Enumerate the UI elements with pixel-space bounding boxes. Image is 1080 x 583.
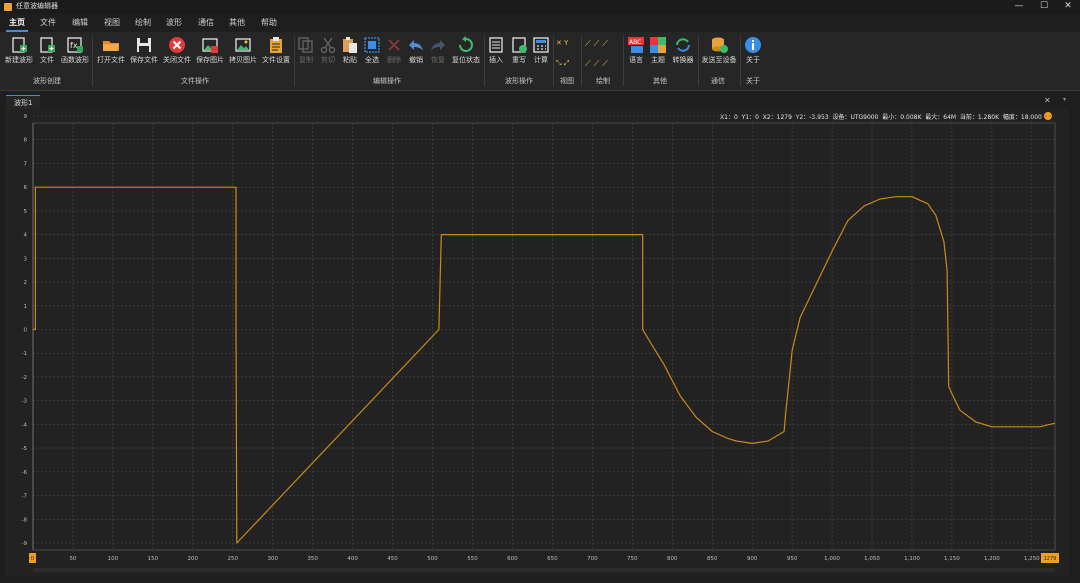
- y-tick-label: 6: [24, 185, 28, 191]
- x-tick-label: 400: [347, 556, 358, 562]
- y-tick-label: 5: [24, 209, 28, 215]
- x-tick-label: 600: [507, 556, 518, 562]
- x-tick-label: 1,250: [1024, 556, 1040, 562]
- y-tick-label: 9: [24, 114, 28, 120]
- x-tick-label: 800: [667, 556, 678, 562]
- y-tick-label: 0: [24, 328, 28, 334]
- x-tick-label: 1,100: [904, 556, 920, 562]
- y-tick-label: 2: [24, 280, 28, 286]
- waveform-chart[interactable]: 50 100 150 200 250 300 350 400 450 500 550 600 650 70…: [0, 0, 1080, 583]
- x-tick-label: 1,150: [944, 556, 960, 562]
- x-tick-label: 500: [427, 556, 438, 562]
- y-tick-label: -1: [22, 351, 27, 357]
- x-tick-label: 1,200: [984, 556, 1000, 562]
- y-tick-label: -6: [22, 470, 28, 476]
- y-tick-label: -8: [22, 517, 28, 523]
- x-tick-label: 350: [307, 556, 318, 562]
- y-tick-label: -9: [22, 541, 28, 547]
- y-tick-label: -5: [22, 446, 28, 452]
- x-tick-label: 300: [267, 556, 278, 562]
- waveform-line: [33, 186, 1056, 544]
- x-tick-label: 450: [387, 556, 398, 562]
- x-tick-label: 700: [587, 556, 598, 562]
- y-tick-label: -3: [22, 399, 28, 405]
- cursor-marker-left-label: 0: [31, 556, 34, 562]
- x-tick-label: 50: [69, 556, 76, 562]
- x-tick-label: 150: [148, 556, 159, 562]
- y-tick-label: -2: [22, 375, 27, 381]
- x-tick-label: 850: [707, 556, 718, 562]
- x-tick-label: 550: [467, 556, 478, 562]
- x-tick-label: 200: [188, 556, 199, 562]
- x-tick-label: 950: [787, 556, 798, 562]
- x-tick-label: 100: [108, 556, 119, 562]
- y-tick-label: -4: [22, 422, 28, 428]
- y-tick-label: 3: [24, 256, 28, 262]
- y-tick-label: 7: [24, 161, 28, 167]
- x-tick-label: 650: [547, 556, 558, 562]
- x-tick-label: 1,050: [864, 556, 880, 562]
- x-tick-label: 1,000: [824, 556, 840, 562]
- y-tick-label: 4: [24, 233, 28, 239]
- cursor-marker-right-label: 1279: [1044, 556, 1057, 562]
- x-tick-label: 750: [627, 556, 638, 562]
- y-tick-label: 8: [24, 138, 28, 144]
- x-tick-label: 250: [228, 556, 239, 562]
- horizontal-scrollbar: [33, 568, 1055, 572]
- y-tick-label: 1: [24, 304, 28, 310]
- x-tick-label: 900: [747, 556, 758, 562]
- y-tick-label: -7: [22, 494, 28, 500]
